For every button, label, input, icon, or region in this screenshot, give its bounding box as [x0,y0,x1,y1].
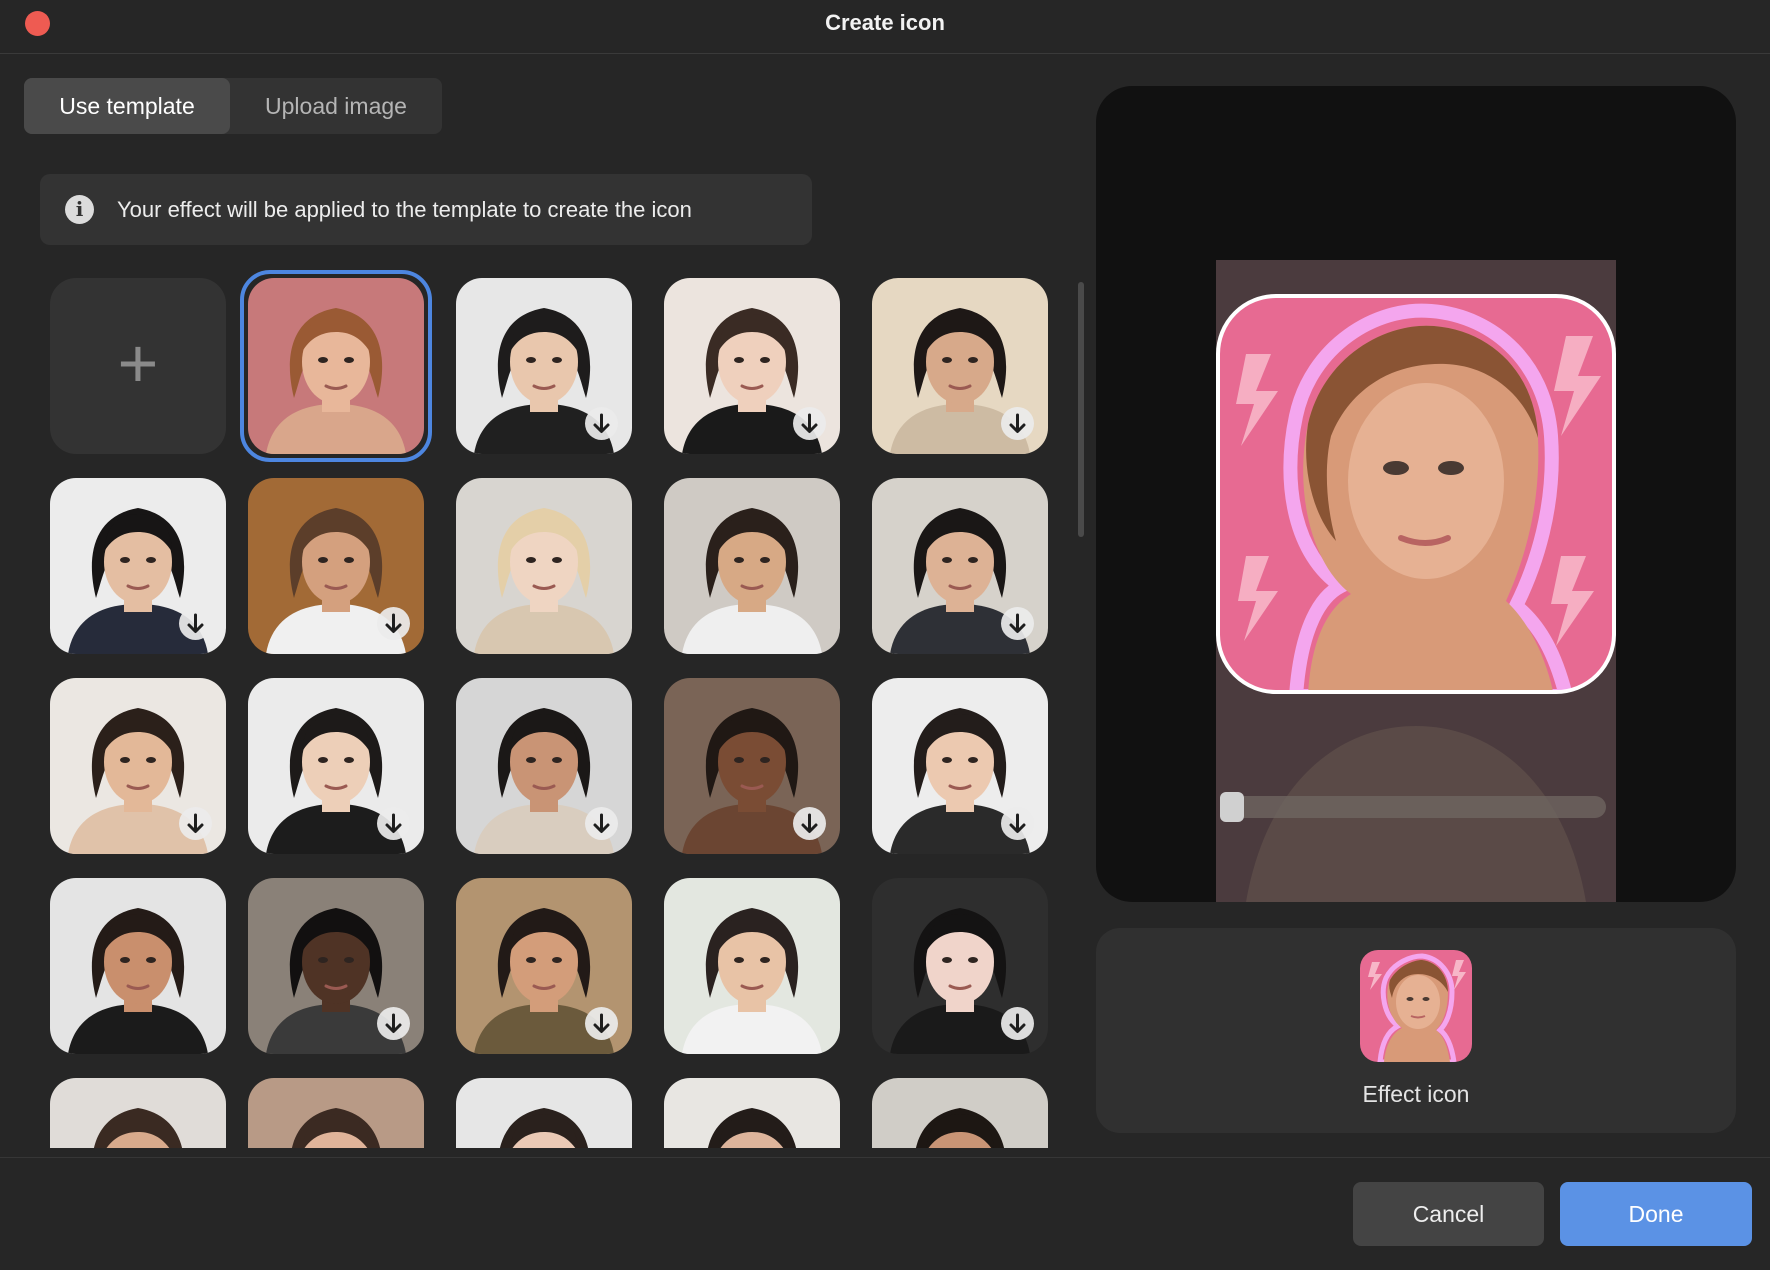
download-icon[interactable] [1001,407,1034,440]
info-text: Your effect will be applied to the templ… [117,197,692,222]
tab-use-template[interactable]: Use template [24,78,230,134]
template-row5-b[interactable] [248,1078,424,1148]
template-woman-sleek[interactable] [50,478,226,654]
template-grid: + [40,268,1060,1148]
preview-size-slider-handle[interactable] [1220,792,1244,822]
preview-canvas [1216,260,1616,902]
template-grid-scrollbar[interactable] [1078,282,1084,537]
template-man-brown[interactable] [248,478,424,654]
template-row5-e[interactable] [872,1078,1048,1148]
download-icon[interactable] [793,807,826,840]
portrait-image [68,908,208,1054]
tab-upload-image[interactable]: Upload image [230,78,442,134]
template-row5-a[interactable] [50,1078,226,1148]
template-man-asian[interactable] [248,678,424,854]
effect-icon-card: Effect icon [1096,928,1736,1133]
template-woman-earrings[interactable] [872,878,1048,1054]
download-icon[interactable] [793,407,826,440]
preview-size-slider[interactable] [1226,796,1606,818]
cancel-button[interactable]: Cancel [1353,1182,1544,1246]
footer-divider [0,1157,1770,1158]
download-icon[interactable] [179,807,212,840]
template-woman-wavy[interactable] [50,678,226,854]
portrait-image [474,508,614,654]
template-man-white-tee[interactable] [664,878,840,1054]
template-woman-braids[interactable] [664,678,840,854]
download-icon[interactable] [377,807,410,840]
window-title: Create icon [825,10,945,35]
template-man-dark[interactable] [872,478,1048,654]
download-icon[interactable] [377,607,410,640]
done-button[interactable]: Done [1560,1182,1752,1246]
template-woman-blonde[interactable] [456,478,632,654]
download-icon[interactable] [377,1007,410,1040]
preview-icon [1218,296,1614,692]
selected-template-outline [240,270,432,462]
portrait-image [708,1108,796,1148]
template-man-stubble[interactable] [50,878,226,1054]
template-row5-d[interactable] [664,1078,840,1148]
template-woman-brunette[interactable] [664,478,840,654]
plus-icon: + [117,324,159,402]
add-template-button[interactable]: + [50,278,226,454]
download-icon[interactable] [585,807,618,840]
download-icon[interactable] [1001,1007,1034,1040]
download-icon[interactable] [1001,807,1034,840]
portrait-image [292,1108,380,1148]
effect-icon-thumbnail[interactable] [1360,950,1472,1062]
template-row5-c[interactable] [456,1078,632,1148]
template-man-black[interactable] [248,878,424,1054]
download-icon[interactable] [585,1007,618,1040]
portrait-image [682,908,822,1054]
template-man-young[interactable] [872,678,1048,854]
download-icon[interactable] [1001,607,1034,640]
info-icon: i [65,195,94,224]
source-tabs: Use template Upload image [24,78,442,134]
portrait-image [682,508,822,654]
title-bar: Create icon [0,0,1770,54]
template-man-beard[interactable] [456,678,632,854]
effect-icon-label: Effect icon [1362,1081,1470,1107]
info-banner: i Your effect will be applied to the tem… [40,174,812,245]
portrait-image [500,1108,588,1148]
template-man-tan[interactable] [456,878,632,1054]
template-woman-darkhair[interactable] [664,278,840,454]
template-woman-smile[interactable] [872,278,1048,454]
portrait-image [94,1108,182,1148]
icon-preview [1096,86,1736,902]
download-icon[interactable] [585,407,618,440]
portrait-image [916,1108,1004,1148]
download-icon[interactable] [179,607,212,640]
template-man-suit[interactable] [456,278,632,454]
